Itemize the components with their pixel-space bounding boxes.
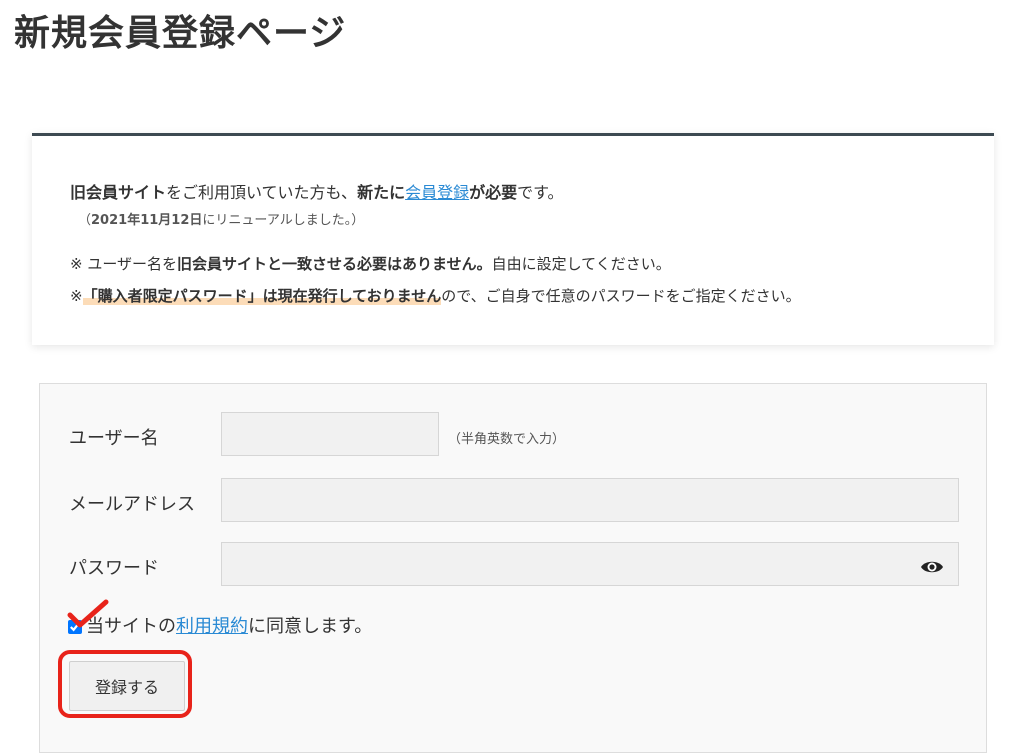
register-button[interactable]: 登録する	[69, 661, 185, 711]
required-text: が必要	[469, 183, 518, 202]
username-label: ユーザー名	[69, 428, 159, 449]
notice-text-end: です。	[517, 183, 564, 202]
member-registration-link[interactable]: 会員登録	[405, 183, 469, 202]
red-checkmark-icon	[67, 599, 109, 628]
notice-line-renewal: 旧会員サイトをご利用頂いていた方も、新たに会員登録が必要です。	[70, 179, 564, 203]
email-input[interactable]	[221, 478, 959, 522]
username-hint: （半角英数で入力）	[448, 432, 566, 447]
show-password-eye-icon[interactable]	[920, 558, 944, 576]
notice-line-username: ※ ユーザー名を旧会員サイトと一致させる必要はありません。自由に設定してください…	[70, 253, 671, 274]
note-bold: 旧会員サイトと一致させる必要はありません。	[177, 255, 492, 273]
notice-line-date: （2021年11月12日にリニューアルしました。）	[78, 209, 364, 228]
notice-line-password: ※「購入者限定パスワード」は現在発行しておりませんので、ご自身で任意のパスワード…	[70, 285, 801, 306]
note-prefix: ※	[70, 287, 83, 305]
paren-open: （	[78, 213, 92, 228]
email-label: メールアドレス	[69, 494, 195, 515]
username-input[interactable]	[221, 412, 439, 456]
note-bold-highlight: 「購入者限定パスワード」は現在発行しておりません	[82, 287, 442, 305]
renewal-text: にリニューアルしました。）	[202, 213, 365, 228]
note-prefix: ※ ユーザー名を	[70, 255, 178, 273]
registration-form: ユーザー名 （半角英数で入力） メールアドレス パスワード 当サイトの利用規約に…	[39, 383, 987, 753]
terms-link[interactable]: 利用規約	[176, 616, 248, 637]
note-rest: ので、ご自身で任意のパスワードをご指定ください。	[441, 287, 801, 305]
newly-text: 新たに	[357, 183, 406, 202]
old-site-text: 旧会員サイト	[70, 183, 167, 202]
page-title: 新規会員登録ページ	[14, 13, 347, 54]
terms-agreement[interactable]: 当サイトの利用規約に同意します。	[68, 612, 372, 638]
note-rest: 自由に設定してください。	[491, 255, 671, 273]
terms-suffix: に同意します。	[248, 616, 373, 637]
password-label: パスワード	[69, 558, 159, 579]
password-input[interactable]	[221, 542, 959, 586]
notice-box: 旧会員サイトをご利用頂いていた方も、新たに会員登録が必要です。 （2021年11…	[32, 133, 994, 345]
notice-text: をご利用頂いていた方も、	[166, 183, 358, 202]
renewal-date: 2021年11月12日	[91, 213, 203, 228]
